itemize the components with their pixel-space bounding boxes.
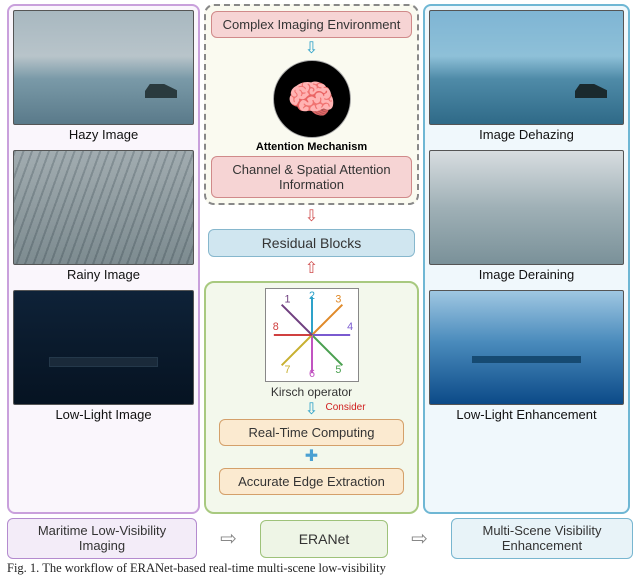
brain-icon: 🧠	[273, 60, 351, 138]
svg-text:4: 4	[347, 321, 353, 333]
svg-text:3: 3	[335, 294, 341, 306]
label-attention: Attention Mechanism	[256, 141, 367, 153]
arrow-down-icon: ⇩	[305, 41, 318, 57]
thumb-enhanced	[429, 290, 624, 405]
thumb-rainy	[13, 150, 194, 265]
thumb-dehazed	[429, 10, 624, 125]
box-edge: Accurate Edge Extraction	[219, 468, 404, 495]
arrow-right-icon: ⇨	[409, 526, 430, 551]
svg-text:2: 2	[309, 290, 315, 302]
thumb-derained	[429, 150, 624, 265]
output-column: Image Dehazing Image Deraining Low-Light…	[423, 4, 630, 514]
input-column: Hazy Image Rainy Image Low-Light Image	[7, 4, 200, 514]
box-csai: Channel & Spatial Attention Information	[211, 156, 412, 198]
workflow-summary: Maritime Low-Visibility Imaging ⇨ ERANet…	[7, 518, 633, 559]
caption-dehazing: Image Dehazing	[429, 127, 624, 142]
kirsch-operator-icon: 1 2 3 4 5 6 7 8	[265, 288, 359, 382]
summary-output: Multi-Scene Visibility Enhancement	[451, 518, 633, 559]
svg-text:1: 1	[284, 294, 290, 306]
caption-deraining: Image Deraining	[429, 267, 624, 282]
figure-caption: Fig. 1. The workflow of ERANet-based rea…	[7, 561, 633, 576]
pipeline-column: Complex Imaging Environment ⇩ 🧠 Attentio…	[204, 4, 419, 514]
label-consider: Consider	[326, 402, 366, 413]
plus-icon: ✚	[305, 449, 318, 465]
arrow-right-icon: ⇨	[218, 526, 239, 551]
kirsch-caption: Kirsch operator	[271, 385, 352, 399]
attention-group: Complex Imaging Environment ⇩ 🧠 Attentio…	[204, 4, 419, 205]
caption-lowlight: Low-Light Image	[13, 407, 194, 422]
thumb-hazy	[13, 10, 194, 125]
arrow-down-icon: ⇩	[204, 209, 419, 225]
arrow-down-icon: ⇩	[305, 402, 318, 418]
arrow-up-icon: ⇧	[204, 261, 419, 277]
svg-text:5: 5	[335, 364, 341, 376]
caption-lowlight-enh: Low-Light Enhancement	[429, 407, 624, 422]
svg-text:6: 6	[309, 368, 315, 380]
svg-text:7: 7	[284, 364, 290, 376]
box-residual: Residual Blocks	[208, 229, 414, 257]
caption-hazy: Hazy Image	[13, 127, 194, 142]
box-realtime: Real-Time Computing	[219, 419, 404, 446]
kirsch-group: 1 2 3 4 5 6 7 8 Kirsch operator ⇩ Consid…	[204, 281, 419, 514]
thumb-lowlight	[13, 290, 194, 405]
summary-model: ERANet	[260, 520, 388, 558]
box-complex-env: Complex Imaging Environment	[211, 11, 412, 38]
svg-text:8: 8	[272, 321, 278, 333]
summary-input: Maritime Low-Visibility Imaging	[7, 518, 197, 559]
caption-rainy: Rainy Image	[13, 267, 194, 282]
figure-diagram: Hazy Image Rainy Image Low-Light Image C…	[7, 4, 633, 514]
